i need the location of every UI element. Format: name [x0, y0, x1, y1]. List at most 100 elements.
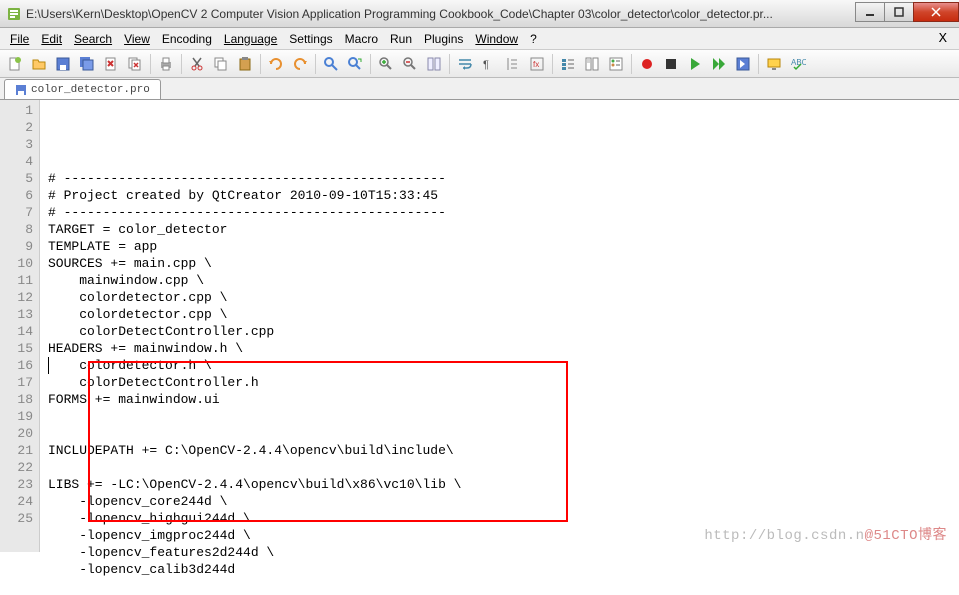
open-icon[interactable]	[28, 53, 50, 75]
code-line: -lopencv_core244d \	[48, 493, 959, 510]
line-number: 23	[0, 476, 33, 493]
code-line: colordetector.cpp \	[48, 289, 959, 306]
line-number: 21	[0, 442, 33, 459]
code-line: SOURCES += main.cpp \	[48, 255, 959, 272]
copy-icon[interactable]	[210, 53, 232, 75]
code-line: colorDetectController.cpp	[48, 323, 959, 340]
maximize-button[interactable]	[884, 2, 914, 22]
toolbar-separator	[758, 54, 759, 74]
code-line: TEMPLATE = app	[48, 238, 959, 255]
menu-window[interactable]: Window	[469, 30, 524, 48]
text-cursor	[48, 357, 49, 374]
close-all-icon[interactable]	[124, 53, 146, 75]
window-controls	[856, 2, 959, 22]
replace-icon[interactable]	[344, 53, 366, 75]
stop-icon[interactable]	[660, 53, 682, 75]
indent-guide-icon[interactable]	[502, 53, 524, 75]
line-number: 11	[0, 272, 33, 289]
menu-language[interactable]: Language	[218, 30, 283, 48]
svg-text:fx: fx	[533, 60, 539, 69]
code-line	[48, 425, 959, 442]
code-line	[48, 459, 959, 476]
word-wrap-icon[interactable]	[454, 53, 476, 75]
code-line: colorDetectController.h	[48, 374, 959, 391]
file-saved-icon	[15, 84, 27, 96]
line-number: 3	[0, 136, 33, 153]
menu-close-x[interactable]: X	[931, 29, 955, 49]
save-all-icon[interactable]	[76, 53, 98, 75]
line-number: 8	[0, 221, 33, 238]
toolbar-separator	[370, 54, 371, 74]
undo-icon[interactable]	[265, 53, 287, 75]
new-file-icon[interactable]	[4, 53, 26, 75]
code-line	[48, 408, 959, 425]
doc-map-icon[interactable]	[581, 53, 603, 75]
lang-icon[interactable]: fx	[526, 53, 548, 75]
tabbar: color_detector.pro	[0, 78, 959, 100]
line-number: 14	[0, 323, 33, 340]
line-number: 6	[0, 187, 33, 204]
monitor-icon[interactable]	[763, 53, 785, 75]
line-number: 25	[0, 510, 33, 527]
code-line: # --------------------------------------…	[48, 204, 959, 221]
record-icon[interactable]	[636, 53, 658, 75]
zoom-in-icon[interactable]	[375, 53, 397, 75]
tab-color-detector-pro[interactable]: color_detector.pro	[4, 79, 161, 99]
sync-scroll-icon[interactable]	[423, 53, 445, 75]
find-icon[interactable]	[320, 53, 342, 75]
menu-encoding[interactable]: Encoding	[156, 30, 218, 48]
save-macro-icon[interactable]	[732, 53, 754, 75]
code-line	[48, 578, 959, 595]
paste-icon[interactable]	[234, 53, 256, 75]
menu-edit[interactable]: Edit	[35, 30, 68, 48]
toolbar-separator	[150, 54, 151, 74]
spellcheck-icon[interactable]: ABC	[787, 53, 809, 75]
line-number: 20	[0, 425, 33, 442]
menu-run[interactable]: Run	[384, 30, 418, 48]
menu-settings[interactable]: Settings	[283, 30, 338, 48]
line-number: 19	[0, 408, 33, 425]
code-line: -lopencv_calib3d244d	[48, 561, 959, 578]
code-line: colordetector.h \	[48, 357, 959, 374]
cut-icon[interactable]	[186, 53, 208, 75]
menu-help[interactable]: ?	[524, 30, 543, 48]
play-icon[interactable]	[684, 53, 706, 75]
show-chars-icon[interactable]: ¶	[478, 53, 500, 75]
zoom-out-icon[interactable]	[399, 53, 421, 75]
code-line: # Project created by QtCreator 2010-09-1…	[48, 187, 959, 204]
toolbar-separator	[449, 54, 450, 74]
menu-file[interactable]: File	[4, 30, 35, 48]
save-icon[interactable]	[52, 53, 74, 75]
line-number: 18	[0, 391, 33, 408]
print-icon[interactable]	[155, 53, 177, 75]
redo-icon[interactable]	[289, 53, 311, 75]
close-file-icon[interactable]	[100, 53, 122, 75]
code-line: HEADERS += mainwindow.h \	[48, 340, 959, 357]
menu-macro[interactable]: Macro	[339, 30, 384, 48]
menu-view[interactable]: View	[118, 30, 156, 48]
code-line: TARGET = color_detector	[48, 221, 959, 238]
app-icon	[6, 6, 22, 22]
code-line: -lopencv_imgproc244d \	[48, 527, 959, 544]
window-title: E:\Users\Kern\Desktop\OpenCV 2 Computer …	[26, 7, 856, 21]
doc-list-icon[interactable]	[557, 53, 579, 75]
code-line: -lopencv_highgui244d \	[48, 510, 959, 527]
minimize-button[interactable]	[855, 2, 885, 22]
toolbar-separator	[631, 54, 632, 74]
toolbar-separator	[552, 54, 553, 74]
code-line: LIBS += -LC:\OpenCV-2.4.4\opencv\build\x…	[48, 476, 959, 493]
menu-search[interactable]: Search	[68, 30, 118, 48]
line-number: 7	[0, 204, 33, 221]
play-multi-icon[interactable]	[708, 53, 730, 75]
line-number: 9	[0, 238, 33, 255]
toolbar-separator	[315, 54, 316, 74]
func-list-icon[interactable]	[605, 53, 627, 75]
line-number: 13	[0, 306, 33, 323]
line-number: 2	[0, 119, 33, 136]
code-line: INCLUDEPATH += C:\OpenCV-2.4.4\opencv\bu…	[48, 442, 959, 459]
close-button[interactable]	[913, 2, 959, 22]
code-area[interactable]: # --------------------------------------…	[40, 100, 959, 552]
menu-plugins[interactable]: Plugins	[418, 30, 469, 48]
line-number: 12	[0, 289, 33, 306]
code-line: mainwindow.cpp \	[48, 272, 959, 289]
